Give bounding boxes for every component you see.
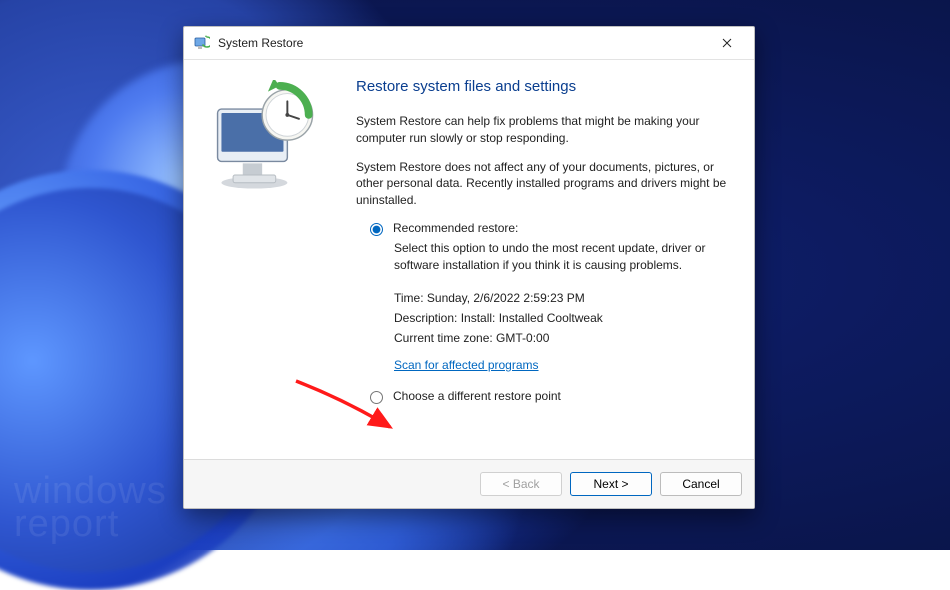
page-heading: Restore system files and settings bbox=[356, 78, 728, 95]
cancel-button[interactable]: Cancel bbox=[660, 472, 742, 496]
watermark: windowsreport bbox=[14, 475, 167, 540]
restore-point-details: Time: Sunday, 2/6/2022 2:59:23 PM Descri… bbox=[394, 288, 728, 376]
recommended-restore-radio[interactable]: Recommended restore: bbox=[370, 221, 728, 236]
dialog-body: Restore system files and settings System… bbox=[184, 60, 754, 459]
scan-affected-link[interactable]: Scan for affected programs bbox=[394, 358, 539, 372]
restore-description: Description: Install: Installed Cooltwea… bbox=[394, 308, 728, 328]
close-icon bbox=[722, 38, 732, 48]
recommended-restore-input[interactable] bbox=[370, 223, 383, 236]
next-button[interactable]: Next > bbox=[570, 472, 652, 496]
intro-paragraph-1: System Restore can help fix problems tha… bbox=[356, 113, 728, 147]
system-restore-icon bbox=[194, 35, 210, 51]
wizard-sidebar bbox=[184, 60, 350, 459]
different-restore-radio[interactable]: Choose a different restore point bbox=[370, 389, 728, 404]
window-title: System Restore bbox=[218, 36, 704, 50]
back-button: < Back bbox=[480, 472, 562, 496]
restore-illustration-icon bbox=[204, 80, 330, 206]
wizard-content: Restore system files and settings System… bbox=[350, 60, 754, 459]
restore-timezone: Current time zone: GMT-0:00 bbox=[394, 328, 728, 348]
different-restore-input[interactable] bbox=[370, 391, 383, 404]
system-restore-dialog: System Restore bbox=[183, 26, 755, 509]
close-button[interactable] bbox=[704, 27, 750, 59]
titlebar: System Restore bbox=[184, 27, 754, 60]
recommended-restore-desc: Select this option to undo the most rece… bbox=[394, 240, 728, 274]
recommended-restore-label: Recommended restore: bbox=[393, 221, 518, 235]
intro-paragraph-2: System Restore does not affect any of yo… bbox=[356, 159, 728, 209]
wizard-footer: < Back Next > Cancel bbox=[184, 459, 754, 508]
restore-time: Time: Sunday, 2/6/2022 2:59:23 PM bbox=[394, 288, 728, 308]
different-restore-label: Choose a different restore point bbox=[393, 389, 561, 403]
